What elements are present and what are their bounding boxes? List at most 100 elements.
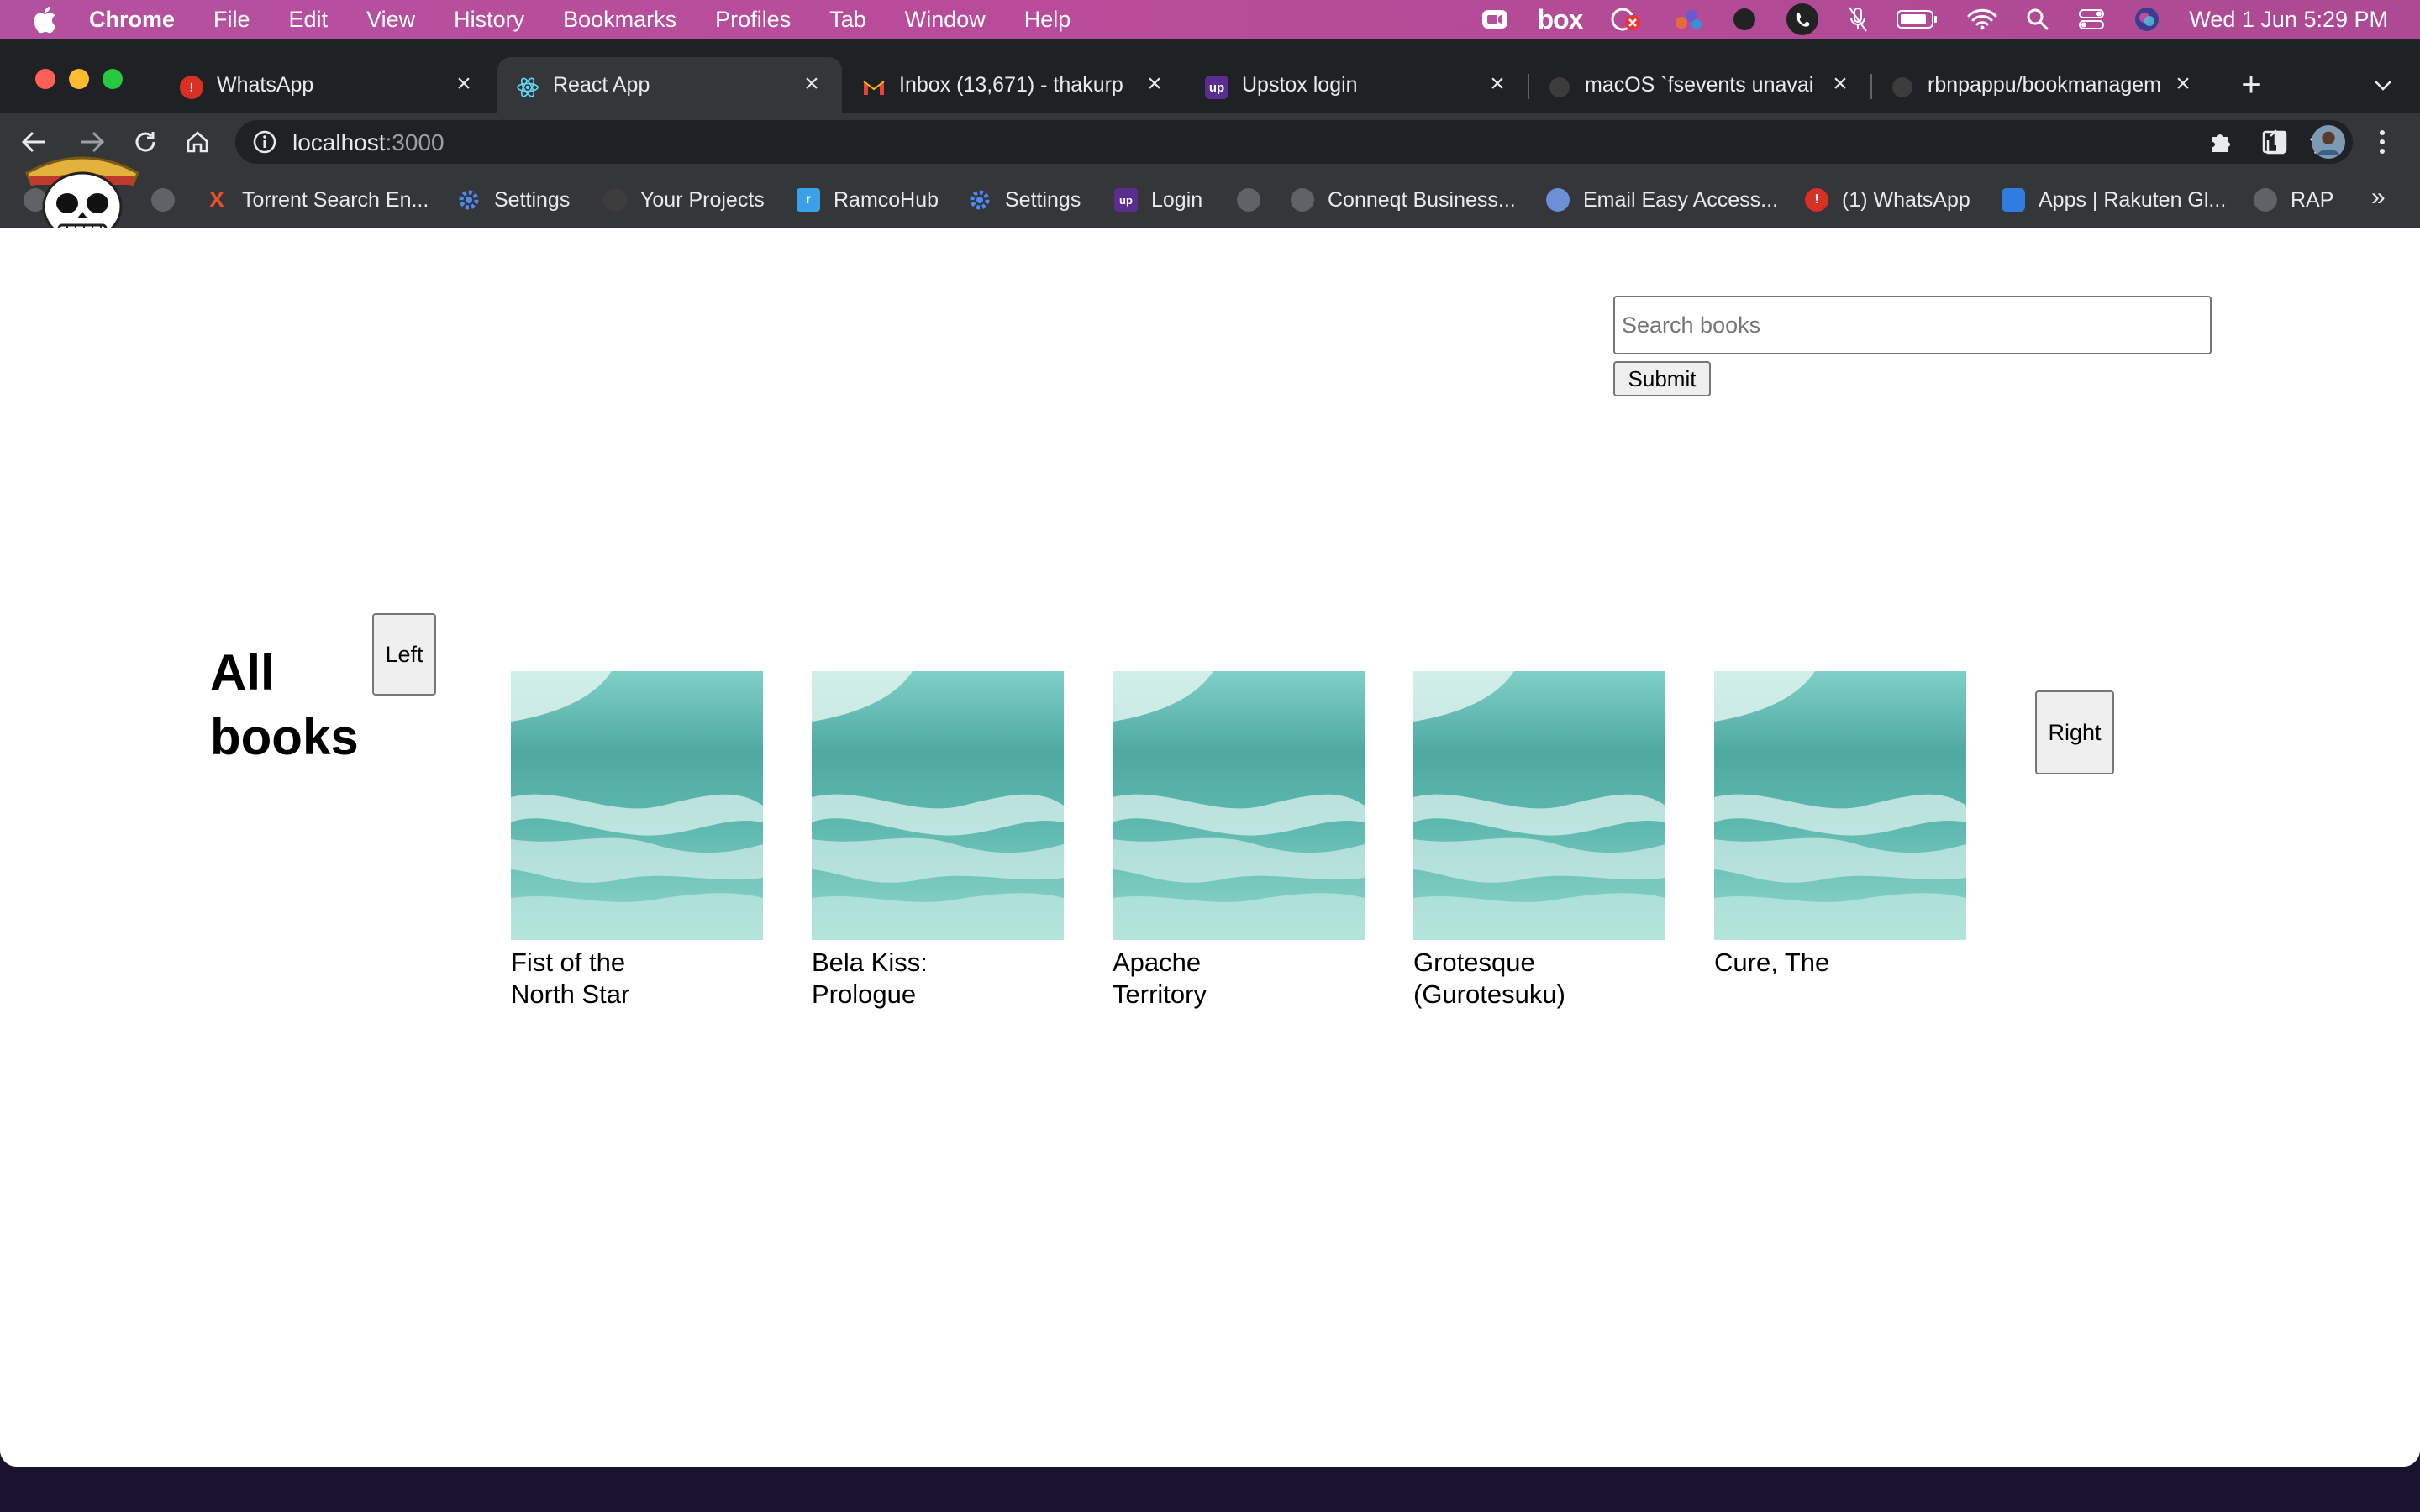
upstox-icon: up — [1205, 76, 1228, 99]
macos-menu-bar: Chrome File Edit View History Bookmarks … — [0, 0, 2420, 39]
globe-icon — [1291, 188, 1314, 212]
tab-close-icon[interactable]: × — [1482, 69, 1512, 99]
more-menu-icon[interactable] — [2365, 124, 2400, 160]
spotlight-search-icon[interactable] — [2026, 8, 2049, 31]
tab-close-icon[interactable]: × — [449, 69, 479, 99]
bookmark-ramcohub[interactable]: r RamcoHub — [797, 186, 939, 214]
globe-icon — [2254, 188, 2277, 212]
bookmark-rap[interactable]: RAP — [2254, 186, 2333, 214]
bookmark-your-projects[interactable]: Your Projects — [603, 186, 765, 214]
side-panel-icon[interactable] — [2257, 124, 2292, 160]
react-logo-icon — [516, 76, 539, 99]
dark-circle-icon[interactable] — [1732, 7, 1757, 32]
bookmark-settings[interactable]: Settings — [457, 186, 570, 214]
address-bar[interactable]: localhost:3000 — [235, 120, 2353, 164]
bookmark-conneqt[interactable]: Conneqt Business... — [1291, 186, 1516, 214]
globe-icon — [1237, 188, 1260, 212]
bookmark-login[interactable]: up Login — [1114, 186, 1202, 214]
github-icon — [603, 188, 627, 212]
gear-icon — [457, 188, 481, 212]
book-card[interactable]: Fist of the North Star — [511, 671, 763, 1011]
tab-whatsapp[interactable]: ! WhatsApp × — [161, 57, 494, 113]
siri-icon[interactable] — [2133, 6, 2160, 33]
menu-profiles[interactable]: Profiles — [715, 7, 791, 33]
tab-upstox-login[interactable]: up Upstox login × — [1186, 57, 1528, 113]
sparkle-icon[interactable] — [1673, 8, 1703, 31]
tab-title: React App — [553, 73, 650, 97]
scroll-left-button[interactable]: Left — [372, 613, 436, 696]
menu-app-name[interactable]: Chrome — [89, 7, 175, 33]
menubar-clock[interactable]: Wed 1 Jun 5:29 PM — [2189, 7, 2388, 33]
github-icon — [1548, 76, 1571, 99]
menu-view[interactable]: View — [366, 7, 415, 33]
tab-search-chevron-icon[interactable] — [2366, 69, 2400, 102]
book-card[interactable]: Apache Territory — [1113, 671, 1365, 1011]
window-close-button[interactable] — [35, 69, 55, 89]
book-title[interactable]: Grotesque (Gurotesuku) — [1413, 947, 1581, 1011]
window-zoom-button[interactable] — [103, 69, 123, 89]
new-tab-button[interactable]: + — [2232, 66, 2270, 104]
control-center-icon[interactable] — [2078, 8, 2105, 31]
alert-icon: ! — [1805, 188, 1828, 212]
book-cover-image[interactable] — [1714, 671, 1966, 940]
menu-window[interactable]: Window — [905, 7, 986, 33]
menu-tab[interactable]: Tab — [829, 7, 866, 33]
bookmark-label: Email Easy Access... — [1583, 187, 1779, 212]
tab-close-icon[interactable]: × — [2168, 69, 2198, 99]
viber-icon[interactable] — [1786, 3, 1819, 36]
tab-react-app[interactable]: React App × — [497, 57, 842, 113]
menu-history[interactable]: History — [454, 7, 524, 33]
book-card[interactable]: Cure, The — [1714, 671, 1966, 979]
scroll-right-button[interactable]: Right — [2035, 690, 2114, 774]
bookmark-item[interactable] — [151, 186, 188, 214]
book-title[interactable]: Fist of the North Star — [511, 947, 679, 1011]
tab-close-icon[interactable]: × — [1825, 69, 1855, 99]
box-logo-icon[interactable]: box — [1537, 4, 1583, 35]
extensions-puzzle-icon[interactable] — [2203, 124, 2238, 160]
zoom-icon[interactable] — [1481, 8, 1508, 31]
menu-file[interactable]: File — [213, 7, 250, 33]
submit-button[interactable]: Submit — [1613, 361, 1711, 396]
bookmark-rakuten-apps[interactable]: Apps | Rakuten Gl... — [2002, 186, 2226, 214]
email-icon — [1546, 188, 1570, 212]
tab-github-issue[interactable]: macOS `fsevents unavai × — [1529, 57, 1870, 113]
menu-edit[interactable]: Edit — [289, 7, 329, 33]
tab-title: macOS `fsevents unavai — [1585, 73, 1814, 97]
menu-help[interactable]: Help — [1024, 7, 1071, 33]
bookmark-label: Conneqt Business... — [1328, 187, 1516, 212]
bookmark-item[interactable] — [1237, 186, 1274, 214]
url-port: :3000 — [385, 129, 445, 155]
book-cover-image[interactable] — [1413, 671, 1665, 940]
wifi-icon[interactable] — [1967, 8, 1997, 31]
window-minimize-button[interactable] — [69, 69, 89, 89]
tab-close-icon[interactable]: × — [1139, 69, 1170, 99]
tab-github-repo[interactable]: rbnpappu/bookmanagem × — [1872, 57, 2213, 113]
book-cover-image[interactable] — [812, 671, 1064, 940]
mic-off-icon[interactable] — [1848, 6, 1868, 33]
book-card[interactable]: Bela Kiss: Prologue — [812, 671, 1064, 1011]
tab-close-icon[interactable]: × — [797, 69, 827, 99]
book-cover-image[interactable] — [511, 671, 763, 940]
book-title[interactable]: Bela Kiss: Prologue — [812, 947, 980, 1011]
bookmark-email-easy-access[interactable]: Email Easy Access... — [1546, 186, 1778, 214]
site-info-icon[interactable] — [252, 129, 277, 160]
upstox-icon: up — [1114, 188, 1138, 212]
book-title[interactable]: Apache Territory — [1113, 947, 1281, 1011]
search-books-input[interactable] — [1613, 296, 2212, 354]
home-icon[interactable] — [180, 124, 215, 160]
book-title[interactable]: Cure, The — [1714, 947, 1882, 979]
apple-logo-icon[interactable] — [32, 5, 57, 34]
book-cover-image[interactable] — [1113, 671, 1365, 940]
bookmarks-overflow-button[interactable]: » — [2371, 183, 2386, 212]
x-icon: X — [208, 186, 225, 213]
profile-avatar-icon[interactable] — [2311, 124, 2346, 160]
menu-bookmarks[interactable]: Bookmarks — [563, 7, 676, 33]
github-icon — [1891, 76, 1914, 99]
battery-icon[interactable] — [1897, 8, 1939, 30]
tab-gmail-inbox[interactable]: Inbox (13,671) - thakurp × — [844, 57, 1185, 113]
chrome-remote-icon[interactable] — [1611, 6, 1644, 33]
bookmark-torrent-search[interactable]: X Torrent Search En... — [205, 186, 429, 214]
book-card[interactable]: Grotesque (Gurotesuku) — [1413, 671, 1665, 1011]
bookmark-settings-2[interactable]: Settings — [968, 186, 1081, 214]
bookmark-whatsapp[interactable]: ! (1) WhatsApp — [1805, 186, 1970, 214]
